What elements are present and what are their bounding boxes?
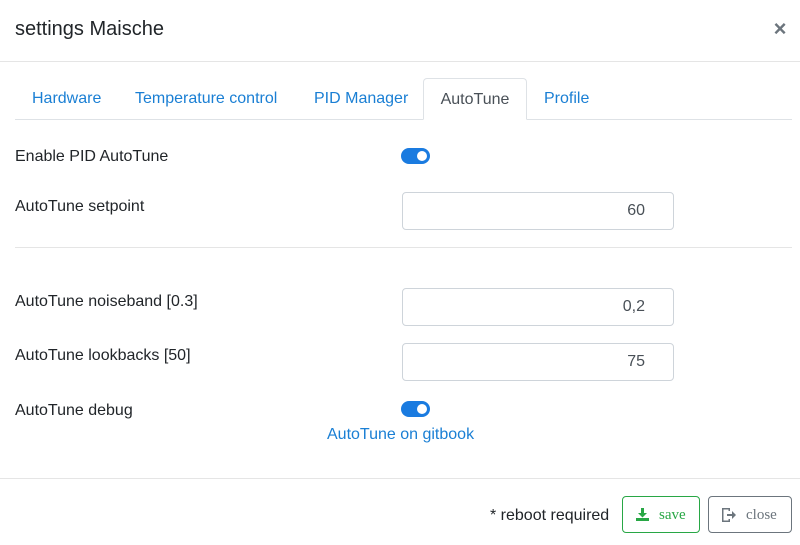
reboot-note: * reboot required bbox=[490, 507, 610, 524]
close-label: close bbox=[746, 507, 777, 523]
enable-autotune-label: Enable PID AutoTune bbox=[15, 148, 169, 165]
close-icon[interactable]: × bbox=[770, 17, 790, 41]
settings-dialog: settings Maische × Hardware Temperature … bbox=[0, 0, 800, 545]
tab-autotune[interactable]: AutoTune bbox=[423, 78, 527, 120]
tab-bar: Hardware Temperature control PID Manager… bbox=[15, 78, 792, 120]
lookbacks-input[interactable] bbox=[402, 343, 674, 381]
toggle-knob bbox=[417, 151, 427, 161]
sign-out-icon bbox=[721, 507, 737, 528]
setpoint-input[interactable] bbox=[402, 192, 674, 230]
close-button[interactable]: close bbox=[708, 496, 792, 533]
save-button[interactable]: save bbox=[622, 496, 700, 533]
dialog-footer: * reboot required save close bbox=[0, 478, 800, 545]
gitbook-link[interactable]: AutoTune on gitbook bbox=[327, 426, 474, 444]
tab-temperature-control[interactable]: Temperature control bbox=[135, 78, 277, 119]
tab-hardware[interactable]: Hardware bbox=[32, 78, 101, 119]
dialog-title: settings Maische bbox=[15, 18, 164, 40]
enable-autotune-toggle[interactable] bbox=[401, 148, 430, 164]
download-icon bbox=[635, 507, 650, 527]
debug-toggle[interactable] bbox=[401, 401, 430, 417]
divider bbox=[15, 247, 792, 248]
tab-pid-manager[interactable]: PID Manager bbox=[314, 78, 408, 119]
noiseband-input[interactable] bbox=[402, 288, 674, 326]
toggle-knob bbox=[417, 404, 427, 414]
noiseband-label: AutoTune noiseband [0.3] bbox=[15, 293, 198, 310]
dialog-header: settings Maische × bbox=[0, 0, 800, 62]
save-label: save bbox=[659, 507, 686, 523]
lookbacks-label: AutoTune lookbacks [50] bbox=[15, 347, 191, 364]
setpoint-label: AutoTune setpoint bbox=[15, 198, 145, 215]
tab-profile[interactable]: Profile bbox=[544, 78, 589, 119]
debug-label: AutoTune debug bbox=[15, 402, 133, 419]
